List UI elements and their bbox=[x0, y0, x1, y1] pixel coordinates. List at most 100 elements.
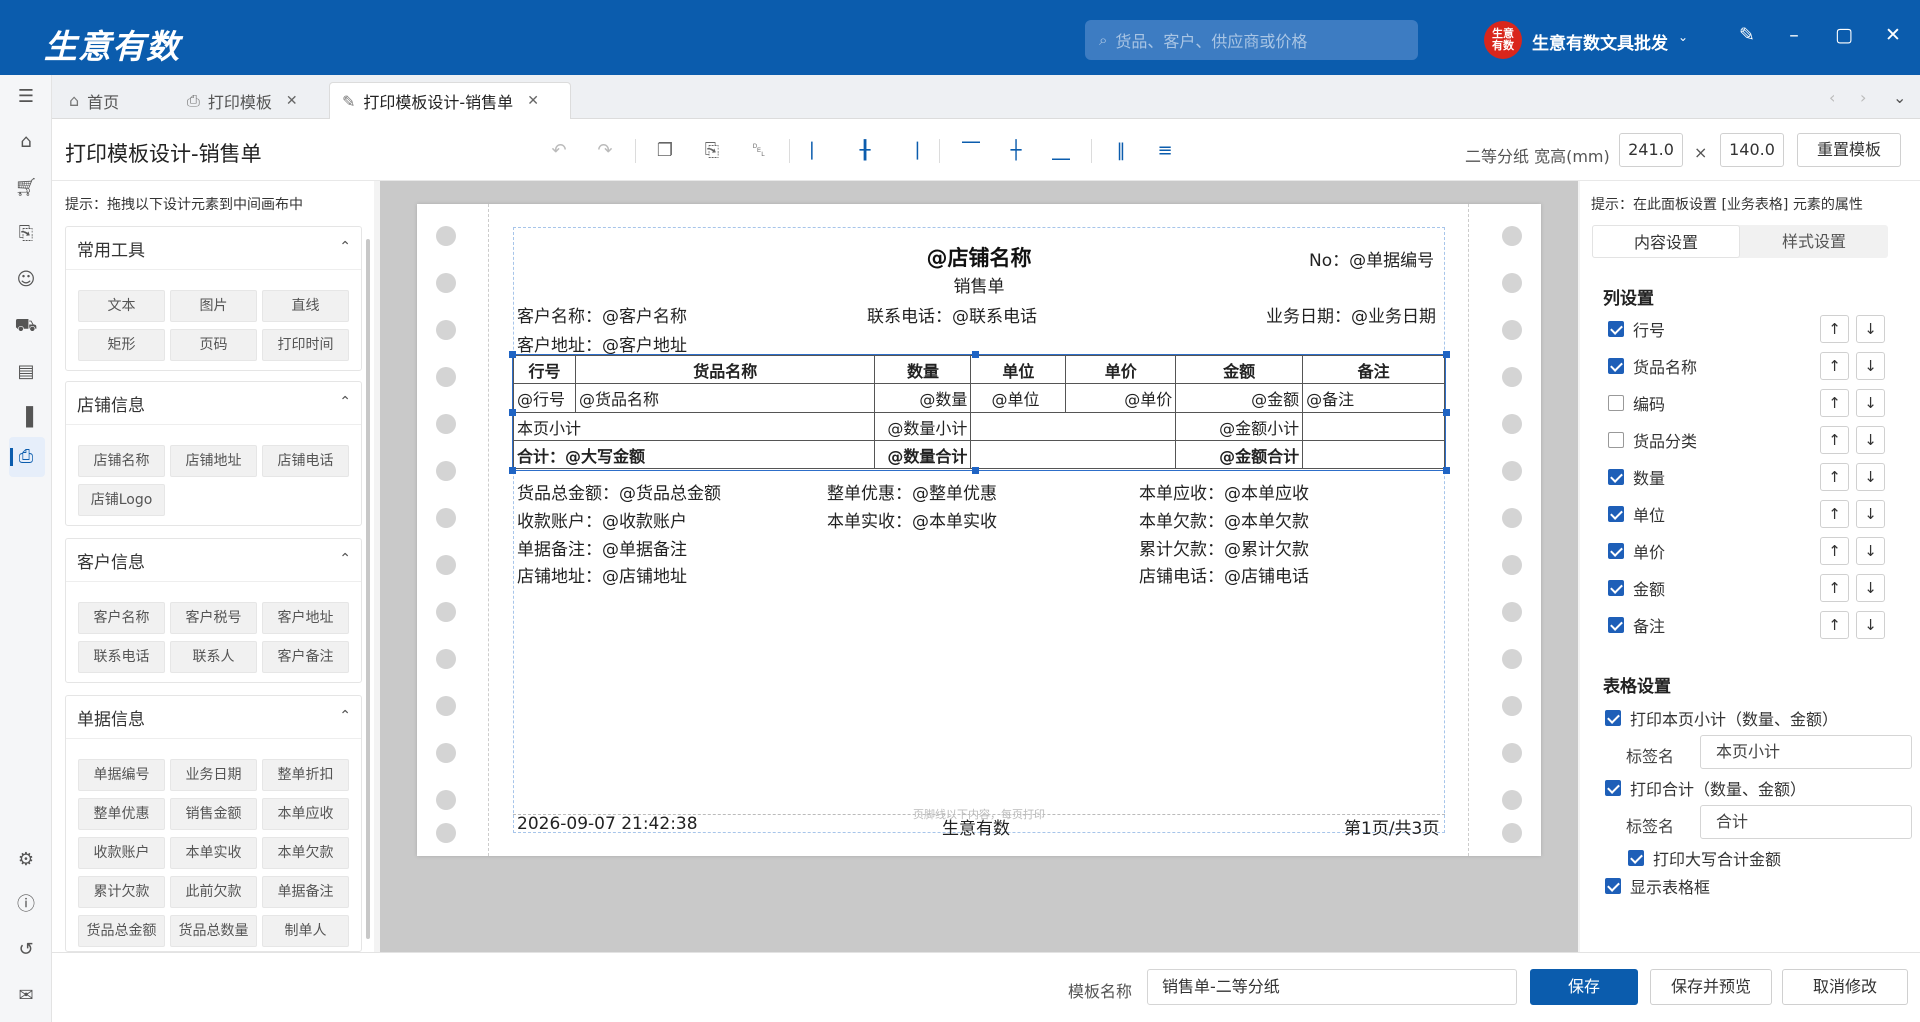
doc-no-field[interactable]: No：@单据编号 bbox=[1309, 246, 1434, 271]
sales-items-table[interactable]: 行号 货品名称 数量 单位 单价 金额 备注 @行号 @货品名称 @数量 @单位… bbox=[512, 355, 1445, 469]
undo-icon[interactable]: ↶ bbox=[546, 138, 572, 164]
resize-handle[interactable] bbox=[509, 351, 516, 358]
reset-template-button[interactable]: 重置模板 bbox=[1797, 133, 1901, 167]
column-row[interactable]: 单位 bbox=[1608, 500, 1665, 528]
element-chip[interactable]: 页码 bbox=[170, 329, 257, 361]
move-up-button[interactable]: ↑ bbox=[1820, 611, 1849, 639]
print-paper[interactable]: @店铺名称 No：@单据编号 销售单 客户名称：@客户名称 联系电话：@联系电话… bbox=[417, 204, 1541, 856]
tab-scroll-left-icon[interactable]: ‹ bbox=[1829, 88, 1835, 107]
element-chip[interactable]: 货品总数量 bbox=[170, 915, 257, 947]
doc-type-field[interactable]: 销售单 bbox=[417, 272, 1541, 297]
resize-handle[interactable] bbox=[1443, 467, 1450, 474]
column-row[interactable]: 货品分类 bbox=[1608, 426, 1697, 454]
page-number-field[interactable]: 第1页/共3页 bbox=[1344, 814, 1439, 839]
theme-icon[interactable]: ✎ bbox=[1733, 24, 1761, 46]
print-nav-icon[interactable]: ⎙ bbox=[14, 445, 38, 469]
print-subtotal-option[interactable]: 打印本页小计（数量、金额） bbox=[1605, 704, 1838, 732]
column-row[interactable]: 数量 bbox=[1608, 463, 1665, 491]
print-uppercase-option[interactable]: 打印大写合计金额 bbox=[1628, 844, 1781, 872]
tab-home[interactable]: ⌂ 首页 bbox=[57, 82, 167, 119]
paste-icon[interactable]: ⎘ bbox=[699, 138, 725, 164]
save-preview-button[interactable]: 保存并预览 bbox=[1650, 969, 1772, 1005]
wallet-nav-icon[interactable]: ▤ bbox=[14, 360, 38, 384]
menu-icon[interactable]: ☰ bbox=[14, 85, 38, 109]
element-chip[interactable]: 店铺电话 bbox=[262, 445, 349, 477]
move-up-button[interactable]: ↑ bbox=[1820, 537, 1849, 565]
distribute-vertical-icon[interactable]: ≡ bbox=[1152, 138, 1178, 164]
close-tab-icon[interactable]: ✕ bbox=[286, 93, 298, 109]
tab-list-icon[interactable]: ⌄ bbox=[1893, 88, 1906, 107]
elements-scrollbar[interactable] bbox=[366, 239, 370, 939]
group-header[interactable]: 单据信息 ⌃ bbox=[66, 696, 361, 739]
reports-nav-icon[interactable]: ▐ bbox=[14, 406, 38, 430]
checkbox[interactable] bbox=[1605, 710, 1621, 726]
move-down-button[interactable]: ↓ bbox=[1856, 537, 1885, 565]
move-down-button[interactable]: ↓ bbox=[1856, 611, 1885, 639]
move-up-button[interactable]: ↑ bbox=[1820, 352, 1849, 380]
summary-field[interactable]: 收款账户：@收款账户 bbox=[517, 507, 687, 532]
column-row[interactable]: 单价 bbox=[1608, 537, 1665, 565]
template-name-input[interactable]: 销售单-二等分纸 bbox=[1147, 969, 1517, 1005]
element-chip[interactable]: 客户税号 bbox=[170, 602, 257, 634]
element-chip[interactable]: 店铺Logo bbox=[78, 484, 165, 516]
summary-field[interactable]: 店铺电话：@店铺电话 bbox=[1139, 562, 1309, 587]
move-down-button[interactable]: ↓ bbox=[1856, 426, 1885, 454]
history-nav-icon[interactable]: ↺ bbox=[14, 938, 38, 962]
show-border-option[interactable]: 显示表格框 bbox=[1605, 872, 1710, 900]
resize-handle[interactable] bbox=[509, 409, 516, 416]
element-chip[interactable]: 客户地址 bbox=[262, 602, 349, 634]
print-total-option[interactable]: 打印合计（数量、金额） bbox=[1605, 774, 1806, 802]
customer-address-field[interactable]: 客户地址：@客户地址 bbox=[517, 331, 687, 356]
checkbox[interactable] bbox=[1628, 850, 1644, 866]
summary-field[interactable]: 累计欠款：@累计欠款 bbox=[1139, 535, 1309, 560]
move-up-button[interactable]: ↑ bbox=[1820, 315, 1849, 343]
element-chip[interactable]: 客户名称 bbox=[78, 602, 165, 634]
summary-field[interactable]: 整单优惠：@整单优惠 bbox=[827, 479, 997, 504]
element-chip[interactable]: 业务日期 bbox=[170, 759, 257, 791]
element-chip[interactable]: 联系人 bbox=[170, 641, 257, 673]
checkbox[interactable] bbox=[1608, 580, 1624, 596]
column-row[interactable]: 货品名称 bbox=[1608, 352, 1697, 380]
paper-width-input[interactable]: 241.0 bbox=[1619, 133, 1683, 167]
element-chip[interactable]: 店铺地址 bbox=[170, 445, 257, 477]
chevron-up-icon[interactable]: ⌃ bbox=[339, 551, 351, 567]
delivery-nav-icon[interactable]: ⛟ bbox=[14, 314, 38, 338]
subtotal-tag-input[interactable]: 本页小计 bbox=[1700, 735, 1912, 769]
distribute-horizontal-icon[interactable]: ‖ bbox=[1108, 138, 1134, 164]
checkbox[interactable] bbox=[1608, 432, 1624, 448]
summary-field[interactable]: 店铺地址：@店铺地址 bbox=[517, 562, 687, 587]
chevron-up-icon[interactable]: ⌃ bbox=[339, 394, 351, 410]
element-chip[interactable]: 制单人 bbox=[262, 915, 349, 947]
align-center-icon[interactable]: ╂ bbox=[852, 138, 878, 164]
summary-field[interactable]: 货品总金额：@货品总金额 bbox=[517, 479, 721, 504]
move-down-button[interactable]: ↓ bbox=[1856, 500, 1885, 528]
column-row[interactable]: 行号 bbox=[1608, 315, 1665, 343]
chevron-up-icon[interactable]: ⌃ bbox=[339, 239, 351, 255]
biz-date-field[interactable]: 业务日期：@业务日期 bbox=[1266, 302, 1436, 327]
element-chip[interactable]: 本单欠款 bbox=[262, 837, 349, 869]
resize-handle[interactable] bbox=[509, 467, 516, 474]
move-up-button[interactable]: ↑ bbox=[1820, 426, 1849, 454]
element-chip[interactable]: 文本 bbox=[78, 290, 165, 322]
chat-nav-icon[interactable]: ✉ bbox=[14, 984, 38, 1008]
move-up-button[interactable]: ↑ bbox=[1820, 463, 1849, 491]
element-chip[interactable]: 矩形 bbox=[78, 329, 165, 361]
align-right-icon[interactable]: ⎹ bbox=[896, 138, 922, 164]
customer-name-field[interactable]: 客户名称：@客户名称 bbox=[517, 302, 687, 327]
element-chip[interactable]: 本单应收 bbox=[262, 798, 349, 830]
group-header[interactable]: 常用工具 ⌃ bbox=[66, 227, 361, 270]
customers-nav-icon[interactable]: ☺ bbox=[14, 268, 38, 292]
chevron-up-icon[interactable]: ⌃ bbox=[339, 708, 351, 724]
element-chip[interactable]: 累计欠款 bbox=[78, 876, 165, 908]
print-time-field[interactable]: 2026-09-07 21:42:38 bbox=[517, 814, 698, 834]
group-header[interactable]: 店铺信息 ⌃ bbox=[66, 382, 361, 425]
element-chip[interactable]: 此前欠款 bbox=[170, 876, 257, 908]
shop-name[interactable]: 生意有数文具批发 bbox=[1532, 29, 1668, 54]
summary-field[interactable]: 本单应收：@本单应收 bbox=[1139, 479, 1309, 504]
move-down-button[interactable]: ↓ bbox=[1856, 389, 1885, 417]
resize-handle[interactable] bbox=[1443, 351, 1450, 358]
checkbox[interactable] bbox=[1605, 878, 1621, 894]
element-chip[interactable]: 图片 bbox=[170, 290, 257, 322]
resize-handle[interactable] bbox=[972, 351, 979, 358]
checkbox[interactable] bbox=[1608, 617, 1624, 633]
